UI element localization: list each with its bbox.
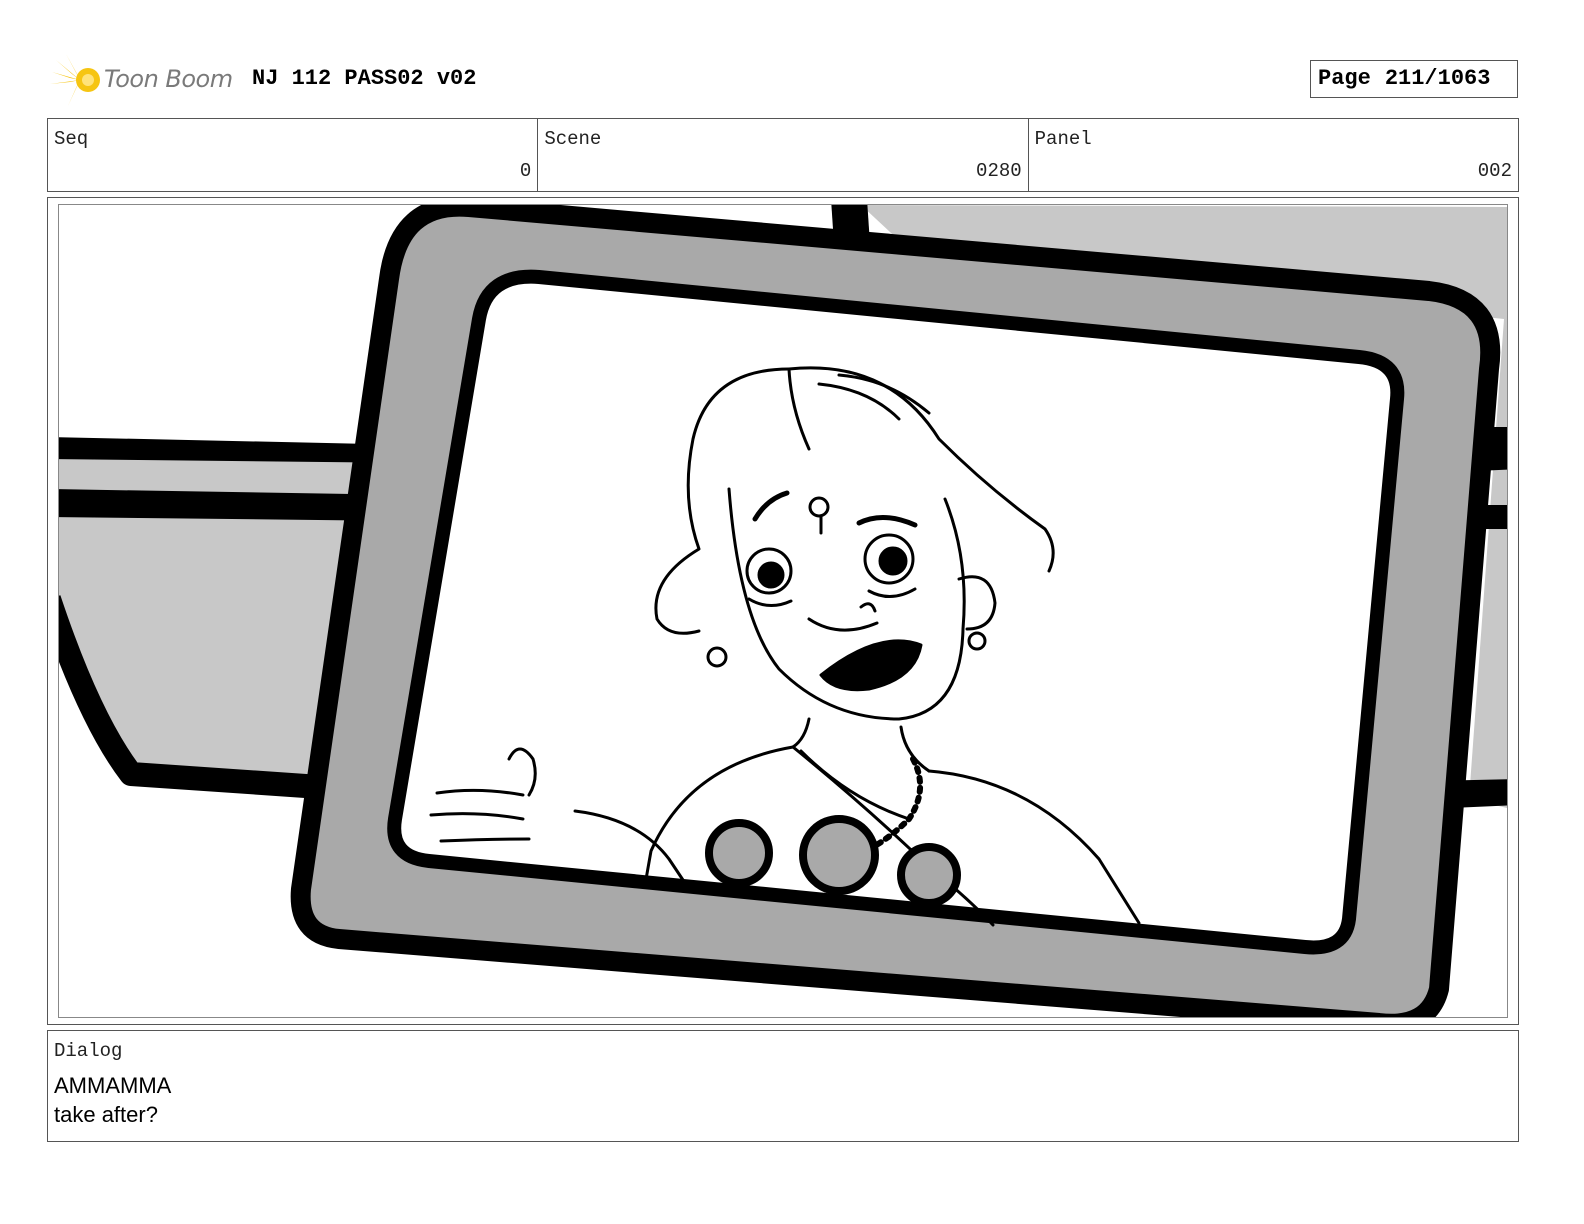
panel-cell: Panel 002 (1029, 119, 1518, 191)
scene-value: 0280 (976, 160, 1022, 182)
seq-value: 0 (519, 160, 532, 182)
dialog-label: Dialog (54, 1040, 123, 1062)
page-number: 211/1063 (1384, 66, 1491, 91)
page-header: Toon Boom NJ 112 PASS02 v02 Page 211/1063 (48, 50, 1518, 106)
dialog-box: Dialog AMMAMMA take after? (47, 1030, 1519, 1142)
panel-value: 002 (1477, 160, 1512, 182)
storyboard-panel (47, 197, 1519, 1025)
scene-cell: Scene 0280 (538, 119, 1029, 191)
dialog-speaker: AMMAMMA (54, 1073, 172, 1098)
logo-wordmark: Toon Boom (104, 65, 233, 93)
page-label: Page (1318, 66, 1371, 91)
scene-label: Scene (544, 128, 602, 150)
shot-info-row: Seq 0 Scene 0280 Panel 002 (47, 118, 1519, 192)
seq-label: Seq (54, 128, 89, 150)
storyboard-frame (58, 204, 1508, 1018)
document-title: NJ 112 PASS02 v02 (252, 66, 477, 91)
toon-boom-logo: Toon Boom (50, 52, 240, 106)
dialog-line: take after? (54, 1102, 158, 1127)
tablet-device (290, 205, 1501, 1017)
panel-label: Panel (1034, 128, 1092, 150)
page-indicator: Page 211/1063 (1310, 60, 1518, 98)
starburst-icon (50, 54, 100, 106)
storyboard-drawing (59, 205, 1507, 1017)
seq-cell: Seq 0 (48, 119, 539, 191)
dialog-text: AMMAMMA take after? (54, 1071, 171, 1129)
